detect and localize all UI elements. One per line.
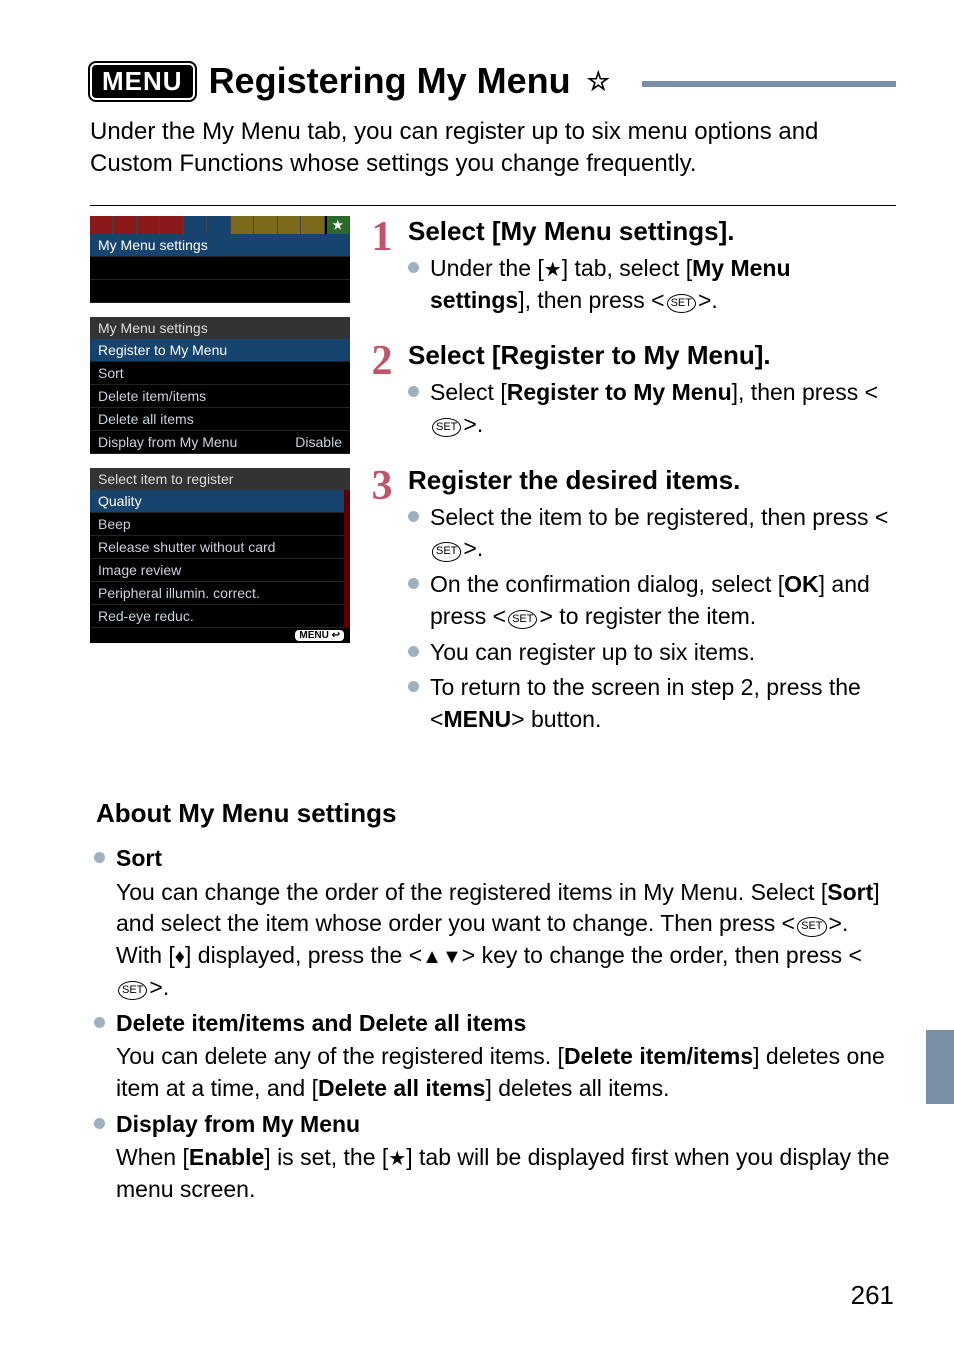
menu-item: Red-eye reduc. (90, 605, 344, 628)
bullet-item: To return to the screen in step 2, press… (408, 672, 896, 735)
menu-item-value: Disable (295, 434, 342, 450)
menu-badge-icon: MENU (90, 63, 195, 100)
star-icon: ★ (388, 1148, 406, 1170)
star-icon: ☆ (587, 66, 610, 97)
set-icon: SET (667, 294, 696, 313)
step-number: 2 (368, 340, 396, 444)
step-body: Register the desired items. Select the i… (408, 465, 896, 740)
scroll-area: Quality Beep Release shutter without car… (90, 490, 350, 628)
step-2: 2 Select [Register to My Menu]. Select [… (368, 340, 896, 444)
step-3: 3 Register the desired items. Select the… (368, 465, 896, 740)
bullet-item: Under the [★] tab, select [My Menu setti… (408, 253, 896, 316)
screenshot-header: My Menu settings (90, 317, 350, 339)
menu-item-selected: Register to My Menu (90, 339, 350, 362)
intro-text: Under the My Menu tab, you can register … (90, 116, 896, 181)
screenshot-header: Select item to register (90, 468, 350, 490)
menu-item: Display from My Menu Disable (90, 431, 350, 454)
page-number: 261 (851, 1280, 894, 1311)
divider (90, 205, 896, 206)
step-1: 1 Select [My Menu settings]. Under the [… (368, 216, 896, 320)
section-title: About My Menu settings (96, 798, 896, 829)
set-icon: SET (118, 981, 147, 1000)
title-rule (642, 81, 896, 87)
bullet-item: Select [Register to My Menu], then press… (408, 377, 896, 440)
page-title-row: MENU Registering My Menu ☆ (90, 60, 896, 102)
menu-item: Sort (90, 362, 350, 385)
menu-return-badge: MENU ↩ (295, 630, 344, 641)
step-title: Select [Register to My Menu]. (408, 340, 896, 371)
bullet-list: Sort You can change the order of the reg… (94, 843, 892, 1206)
bullet-item: Delete item/items and Delete all items Y… (94, 1008, 892, 1105)
steps-column: 1 Select [My Menu settings]. Under the [… (368, 216, 896, 760)
item-heading: Display from My Menu (116, 1109, 892, 1141)
step-number: 3 (368, 465, 396, 740)
tab-icon (184, 216, 207, 234)
bullet-item: Display from My Menu When [Enable] is se… (94, 1109, 892, 1206)
set-icon: SET (797, 917, 826, 936)
menu-item-selected: Quality (90, 490, 344, 513)
bullet-list: Under the [★] tab, select [My Menu setti… (408, 253, 896, 316)
set-icon: SET (432, 542, 461, 561)
tab-strip: ★ (90, 216, 350, 234)
step-body: Select [My Menu settings]. Under the [★]… (408, 216, 896, 320)
bullet-item: You can register up to six items. (408, 637, 896, 669)
page-title: Registering My Menu (209, 60, 571, 102)
menu-item: Beep (90, 513, 344, 536)
star-icon: ★ (544, 259, 562, 281)
set-icon: SET (508, 610, 537, 629)
menu-item-selected: My Menu settings (90, 234, 350, 257)
menu-item: Delete item/items (90, 385, 350, 408)
screenshot-footer: MENU ↩ (90, 628, 350, 643)
item-heading: Delete item/items and Delete all items (116, 1008, 892, 1040)
step-body: Select [Register to My Menu]. Select [Re… (408, 340, 896, 444)
step-title: Select [My Menu settings]. (408, 216, 896, 247)
star-tab-icon: ★ (327, 216, 350, 234)
screenshot-3: Select item to register Quality Beep Rel… (90, 468, 350, 643)
bullet-item: Sort You can change the order of the reg… (94, 843, 892, 1004)
tab-icon (301, 216, 324, 234)
about-section: Sort You can change the order of the reg… (90, 843, 896, 1206)
menu-item: Peripheral illumin. correct. (90, 582, 344, 605)
menu-item: Delete all items (90, 408, 350, 431)
page: MENU Registering My Menu ☆ Under the My … (0, 0, 954, 1345)
menu-item-empty (90, 257, 350, 280)
menu-item: Release shutter without card (90, 536, 344, 559)
screenshot-1: ★ My Menu settings (90, 216, 350, 303)
item-heading: Sort (116, 843, 892, 875)
screenshot-2: My Menu settings Register to My Menu Sor… (90, 317, 350, 454)
tab-icon (137, 216, 160, 234)
bullet-item: On the confirmation dialog, select [OK] … (408, 569, 896, 632)
menu-inline-icon: MENU (443, 706, 511, 732)
menu-item-label: Display from My Menu (98, 434, 237, 450)
tab-icon (231, 216, 254, 234)
menu-item: Image review (90, 559, 344, 582)
bullet-list: Select the item to be registered, then p… (408, 502, 896, 736)
set-icon: SET (432, 418, 461, 437)
menu-item-empty (90, 280, 350, 303)
tab-icon (254, 216, 277, 234)
tab-icon (207, 216, 230, 234)
updown-key-icon: ▲▼ (422, 946, 462, 968)
tab-icon (160, 216, 183, 234)
screenshots-column: ★ My Menu settings My Menu settings Regi… (90, 216, 350, 760)
columns: ★ My Menu settings My Menu settings Regi… (90, 216, 896, 760)
tab-icon (278, 216, 301, 234)
updown-icon: ♦ (175, 946, 185, 968)
step-title: Register the desired items. (408, 465, 896, 496)
bullet-list: Select [Register to My Menu], then press… (408, 377, 896, 440)
bullet-item: Select the item to be registered, then p… (408, 502, 896, 565)
tab-icon (113, 216, 136, 234)
side-tab-icon (926, 1030, 954, 1104)
tab-icon (90, 216, 113, 234)
step-number: 1 (368, 216, 396, 320)
